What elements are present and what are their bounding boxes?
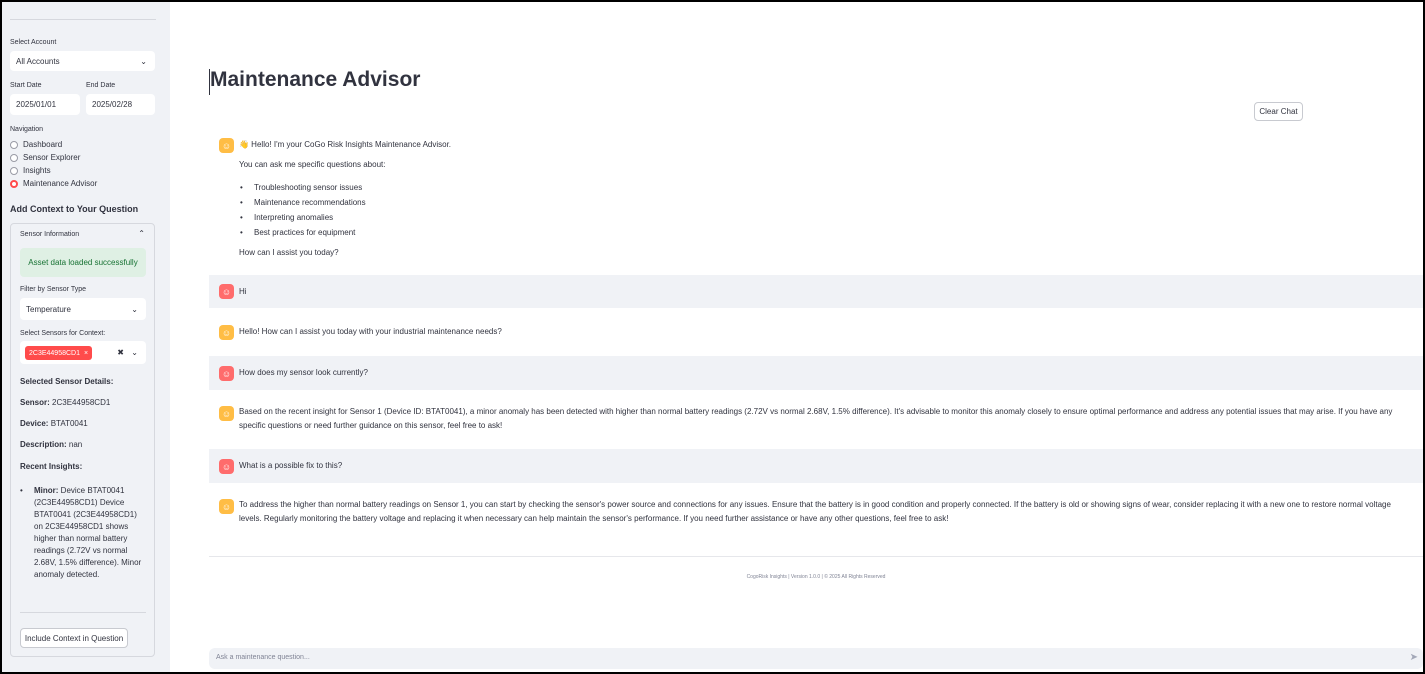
list-item: • Maintenance recommendations [240, 198, 366, 207]
sidebar-divider [10, 19, 156, 20]
bullet-icon: • [20, 486, 23, 495]
chat-message-assistant: ☺ 👋 Hello! I'm your CoGo Risk Insights M… [209, 135, 1423, 270]
chat-message-assistant: ☺ To address the higher than normal batt… [209, 489, 1423, 534]
message-text: To address the higher than normal batter… [239, 500, 1391, 523]
welcome-end: How can I assist you today? [239, 248, 339, 257]
context-heading: Add Context to Your Question [10, 204, 139, 214]
account-select-value: All Accounts [16, 56, 60, 66]
sensor-value: 2C3E44958CD1 [52, 398, 111, 407]
tag-remove-icon[interactable]: × [84, 350, 88, 357]
user-avatar-icon: ☺ [219, 284, 234, 299]
chevron-down-icon: ⌄ [140, 56, 147, 66]
send-icon[interactable]: ➤ [1410, 652, 1418, 663]
description-detail: Description: nan [20, 440, 82, 449]
footer-divider [209, 556, 1423, 557]
start-date-input[interactable]: 2025/01/01 [10, 94, 80, 115]
message-text: How does my sensor look currently? [239, 368, 368, 377]
chat-input[interactable]: Ask a maintenance question... ➤ [209, 648, 1423, 669]
filter-label: Filter by Sensor Type [20, 286, 87, 293]
device-detail: Device: BTAT0041 [20, 419, 88, 428]
device-key: Device: [20, 419, 49, 428]
nav-radio-maintenance-advisor[interactable]: Maintenance Advisor [10, 179, 97, 188]
insight-body: Device BTAT0041 (2C3E44958CD1) Device BT… [34, 486, 142, 579]
list-item: • Best practices for equipment [240, 228, 356, 237]
chat-message-user: ☺ Hi [209, 275, 1423, 308]
message-text: Based on the recent insight for Sensor 1… [239, 407, 1393, 430]
chat-input-placeholder: Ask a maintenance question... [216, 654, 310, 661]
list-item: • Interpreting anomalies [240, 213, 334, 222]
start-date-value: 2025/01/01 [16, 100, 57, 109]
chevron-down-icon: ⌄ [131, 348, 138, 357]
chat-message-assistant: ☺ Based on the recent insight for Sensor… [209, 396, 1423, 444]
sensor-tag-label: 2C3E44958CD1 [29, 349, 80, 357]
nav-item-label: Dashboard [23, 140, 63, 149]
nav-radio-sensor-explorer[interactable]: Sensor Explorer [10, 153, 80, 162]
insight-text: Minor: Device BTAT0041 (2C3E44958CD1) De… [34, 485, 146, 581]
description-value: nan [68, 440, 83, 449]
start-date-label: Start Date [10, 82, 42, 89]
bot-avatar-icon: ☺ [219, 325, 234, 340]
nav-radio-insights[interactable]: Insights [10, 166, 51, 175]
list-item-text: Maintenance recommendations [254, 198, 366, 207]
list-item-text: Best practices for equipment [254, 228, 356, 237]
message-text: What is a possible fix to this? [239, 461, 343, 470]
radio-icon [10, 140, 18, 149]
sensor-key: Sensor: [20, 398, 50, 407]
details-heading: Selected Sensor Details: [20, 377, 114, 386]
radio-icon [10, 166, 18, 175]
end-date-label: End Date [86, 82, 116, 89]
app-window: Select Account All Accounts ⌄ Start Date… [2, 2, 1423, 672]
chat-message-user: ☺ What is a possible fix to this? [209, 449, 1423, 483]
radio-selected-icon [10, 179, 18, 188]
welcome-line: 👋 Hello! I'm your CoGo Risk Insights Mai… [239, 140, 452, 149]
radio-icon [10, 153, 18, 162]
message-text: Hello! How can I assist you today with y… [239, 327, 502, 336]
chat-message-user: ☺ How does my sensor look currently? [209, 356, 1423, 390]
include-context-button[interactable]: Include Context in Question [20, 628, 128, 648]
clear-icon[interactable]: ✖ [117, 348, 124, 357]
bot-avatar-icon: ☺ [219, 138, 234, 153]
sensor-type-value: Temperature [26, 304, 71, 314]
sensor-type-select[interactable]: Temperature ⌄ [20, 298, 146, 320]
message-text: Hi [239, 287, 247, 296]
nav-item-label: Maintenance Advisor [23, 179, 98, 188]
description-key: Description: [20, 440, 67, 449]
sensor-tag[interactable]: 2C3E44958CD1 × [25, 346, 93, 360]
end-date-input[interactable]: 2025/02/28 [86, 94, 155, 115]
list-item: • Troubleshooting sensor issues [240, 183, 363, 192]
nav-item-label: Insights [23, 166, 51, 175]
account-select[interactable]: All Accounts ⌄ [10, 51, 155, 71]
nav-radio-dashboard[interactable]: Dashboard [10, 140, 62, 149]
sensor-info-expander: Sensor Information ⌃ Asset data loaded s… [10, 223, 155, 657]
clear-chat-button[interactable]: Clear Chat [1254, 102, 1303, 121]
insight-severity: Minor: [34, 486, 59, 495]
footer-text: CogoRisk Insights | Version 1.0.0 | © 20… [746, 574, 886, 580]
account-label: Select Account [10, 39, 57, 46]
expander-divider [20, 612, 146, 613]
chevron-down-icon: ⌄ [131, 304, 138, 314]
list-item-text: Interpreting anomalies [254, 213, 334, 222]
end-date-value: 2025/02/28 [92, 100, 133, 109]
list-item-text: Troubleshooting sensor issues [254, 183, 363, 192]
bot-avatar-icon: ☺ [219, 499, 234, 514]
success-alert: Asset data loaded successfully [20, 248, 146, 277]
welcome-sub: You can ask me specific questions about: [239, 160, 386, 169]
chevron-up-icon[interactable]: ⌃ [138, 229, 145, 238]
nav-item-label: Sensor Explorer [23, 153, 81, 162]
sensors-label: Select Sensors for Context: [20, 330, 106, 337]
user-avatar-icon: ☺ [219, 366, 234, 381]
page-title: Maintenance Advisor [210, 68, 421, 91]
expander-title[interactable]: Sensor Information [20, 231, 79, 238]
device-value: BTAT0041 [50, 419, 88, 428]
sensor-detail: Sensor: 2C3E44958CD1 [20, 398, 110, 407]
recent-insights-heading: Recent Insights: [20, 462, 83, 471]
sidebar: Select Account All Accounts ⌄ Start Date… [2, 2, 170, 672]
chat-message-assistant: ☺ Hello! How can I assist you today with… [209, 316, 1423, 350]
navigation-label: Navigation [10, 126, 44, 133]
user-avatar-icon: ☺ [219, 459, 234, 474]
bot-avatar-icon: ☺ [219, 406, 234, 421]
